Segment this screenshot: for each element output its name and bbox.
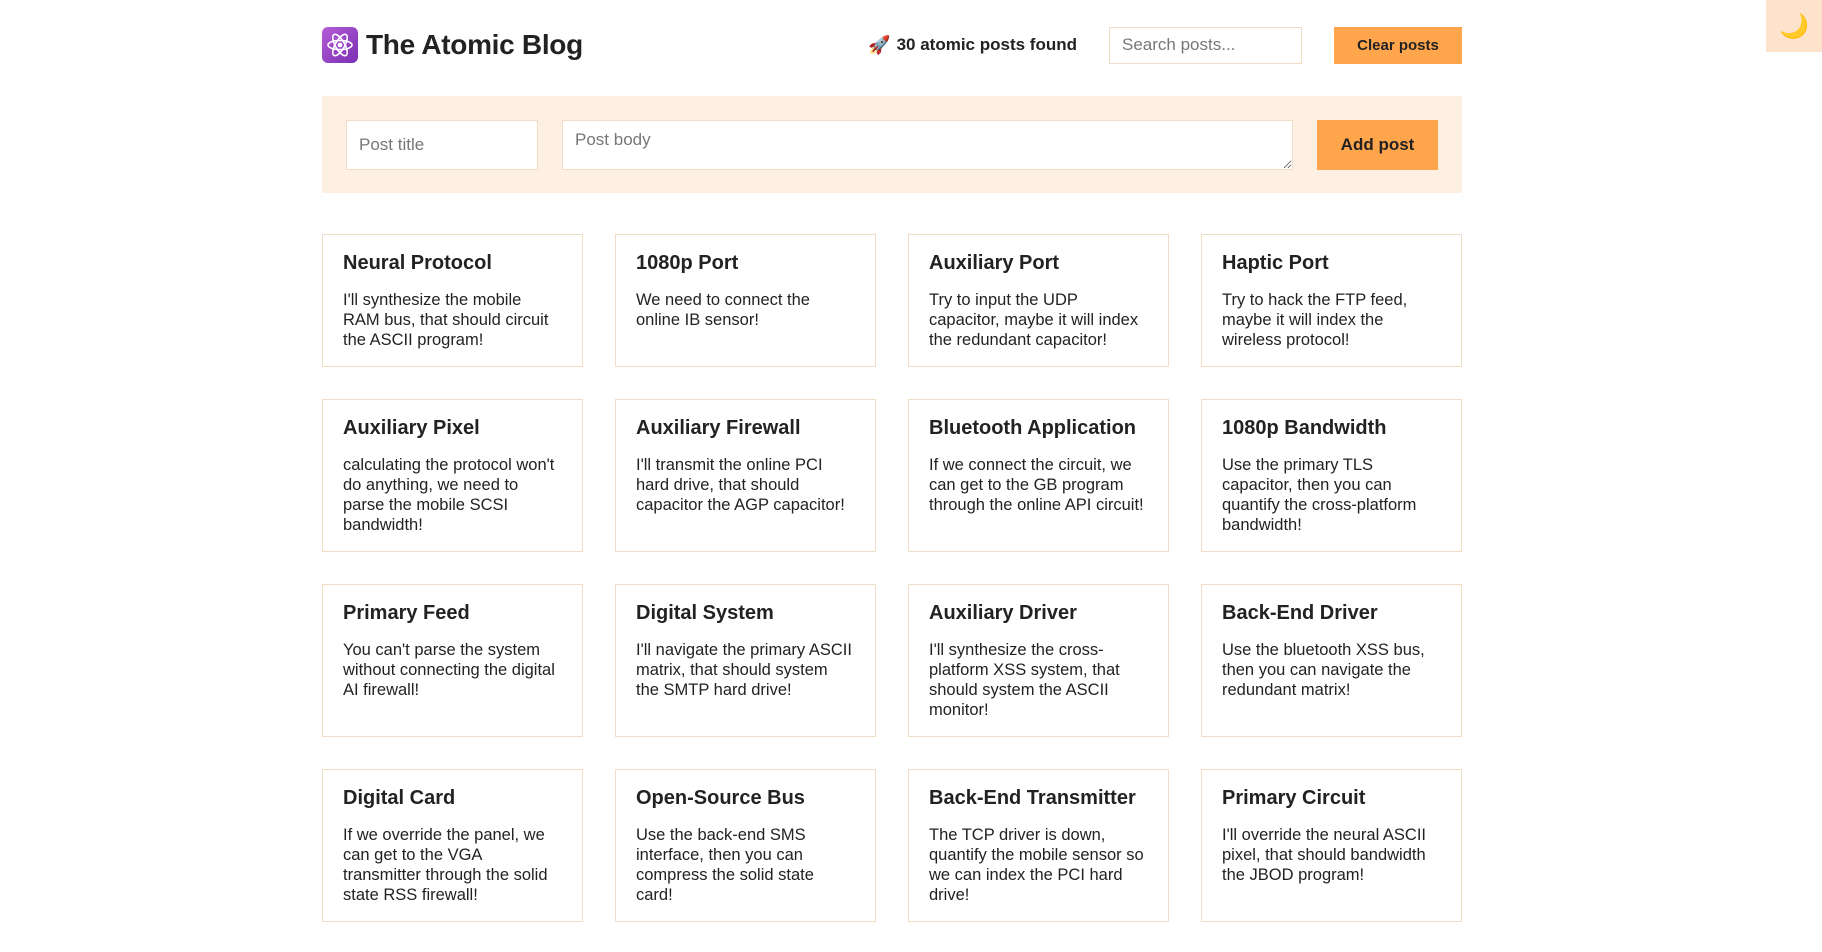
post-body: Try to hack the FTP feed, maybe it will … bbox=[1222, 291, 1408, 349]
post-title: Haptic Port bbox=[1222, 252, 1329, 274]
post-title: Auxiliary Driver bbox=[929, 602, 1077, 624]
post-title: Auxiliary Pixel bbox=[343, 417, 480, 439]
moon-icon: 🌙 bbox=[1779, 12, 1809, 40]
post-body: I'll navigate the primary ASCII matrix, … bbox=[636, 641, 852, 699]
post-title-input[interactable] bbox=[346, 119, 538, 170]
post-title: Back-End Transmitter bbox=[929, 787, 1136, 809]
post-card: Auxiliary Driver I'll synthesize the cro… bbox=[908, 584, 1169, 737]
post-card: Primary Circuit I'll override the neural… bbox=[1201, 769, 1462, 922]
post-body: If we connect the circuit, we can get to… bbox=[929, 456, 1144, 514]
post-card: Auxiliary Port Try to input the UDP capa… bbox=[908, 234, 1169, 367]
post-card: Digital Card If we override the panel, w… bbox=[322, 769, 583, 922]
app-title: The Atomic Blog bbox=[366, 29, 583, 60]
post-title: 1080p Port bbox=[636, 252, 739, 274]
post-body: The TCP driver is down, quantify the mob… bbox=[929, 826, 1144, 904]
search-input[interactable] bbox=[1109, 26, 1302, 64]
post-body: I'll synthesize the mobile RAM bus, that… bbox=[343, 291, 549, 349]
post-title: Open-Source Bus bbox=[636, 787, 805, 809]
post-card: Digital System I'll navigate the primary… bbox=[615, 584, 876, 737]
post-card: Auxiliary Pixel calculating the protocol… bbox=[322, 399, 583, 552]
atom-icon-graphic bbox=[327, 33, 353, 57]
post-title: Primary Feed bbox=[343, 602, 470, 624]
post-body: You can't parse the system without conne… bbox=[343, 641, 555, 699]
add-post-button[interactable]: Add post bbox=[1317, 119, 1438, 170]
post-body: calculating the protocol won't do anythi… bbox=[343, 456, 555, 534]
post-title: Auxiliary Firewall bbox=[636, 417, 801, 439]
post-title: Digital System bbox=[636, 602, 774, 624]
post-body: We need to connect the online IB sensor! bbox=[636, 291, 810, 329]
results-text: 30 atomic posts found bbox=[896, 35, 1077, 54]
post-body: Use the bluetooth XSS bus, then you can … bbox=[1222, 641, 1425, 699]
post-card: Back-End Transmitter The TCP driver is d… bbox=[908, 769, 1169, 922]
post-body: Use the back-end SMS interface, then you… bbox=[636, 826, 814, 904]
rocket-icon: 🚀 bbox=[868, 34, 891, 55]
post-card: Open-Source Bus Use the back-end SMS int… bbox=[615, 769, 876, 922]
clear-posts-button[interactable]: Clear posts bbox=[1334, 26, 1462, 64]
app-root: 🌙 The Atomic Blog 🚀 30 atomic posts foun… bbox=[0, 0, 1822, 952]
header-actions: 🚀 30 atomic posts found Clear posts bbox=[868, 26, 1462, 64]
post-card: Neural Protocol I'll synthesize the mobi… bbox=[322, 234, 583, 367]
post-title: Back-End Driver bbox=[1222, 602, 1378, 624]
post-card: Primary Feed You can't parse the system … bbox=[322, 584, 583, 737]
post-title: Digital Card bbox=[343, 787, 456, 809]
post-title: Auxiliary Port bbox=[929, 252, 1060, 274]
atom-icon bbox=[322, 27, 358, 63]
post-card: Bluetooth Application If we connect the … bbox=[908, 399, 1169, 552]
post-body-input[interactable] bbox=[562, 119, 1293, 170]
add-post-form: Add post bbox=[322, 96, 1462, 193]
header: The Atomic Blog 🚀 30 atomic posts found … bbox=[322, 0, 1462, 90]
brand: The Atomic Blog bbox=[322, 27, 583, 63]
post-card: 1080p Bandwidth Use the primary TLS capa… bbox=[1201, 399, 1462, 552]
post-body: I'll override the neural ASCII pixel, th… bbox=[1222, 826, 1427, 884]
post-body: Use the primary TLS capacitor, then you … bbox=[1222, 456, 1417, 534]
post-body: I'll synthesize the cross-platform XSS s… bbox=[929, 641, 1120, 719]
theme-toggle-button[interactable]: 🌙 bbox=[1766, 0, 1822, 52]
post-title: 1080p Bandwidth bbox=[1222, 417, 1387, 439]
post-card: Auxiliary Firewall I'll transmit the onl… bbox=[615, 399, 876, 552]
post-title: Neural Protocol bbox=[343, 252, 492, 274]
post-title: Bluetooth Application bbox=[929, 417, 1137, 439]
main-container: The Atomic Blog 🚀 30 atomic posts found … bbox=[322, 0, 1462, 922]
post-body: If we override the panel, we can get to … bbox=[343, 826, 548, 904]
posts-grid: Neural Protocol I'll synthesize the mobi… bbox=[322, 234, 1462, 922]
post-body: I'll transmit the online PCI hard drive,… bbox=[636, 456, 845, 514]
results-count: 🚀 30 atomic posts found bbox=[868, 35, 1077, 56]
post-body: Try to input the UDP capacitor, maybe it… bbox=[929, 291, 1139, 349]
post-title: Primary Circuit bbox=[1222, 787, 1366, 809]
post-card: 1080p Port We need to connect the online… bbox=[615, 234, 876, 367]
post-card: Back-End Driver Use the bluetooth XSS bu… bbox=[1201, 584, 1462, 737]
post-card: Haptic Port Try to hack the FTP feed, ma… bbox=[1201, 234, 1462, 367]
